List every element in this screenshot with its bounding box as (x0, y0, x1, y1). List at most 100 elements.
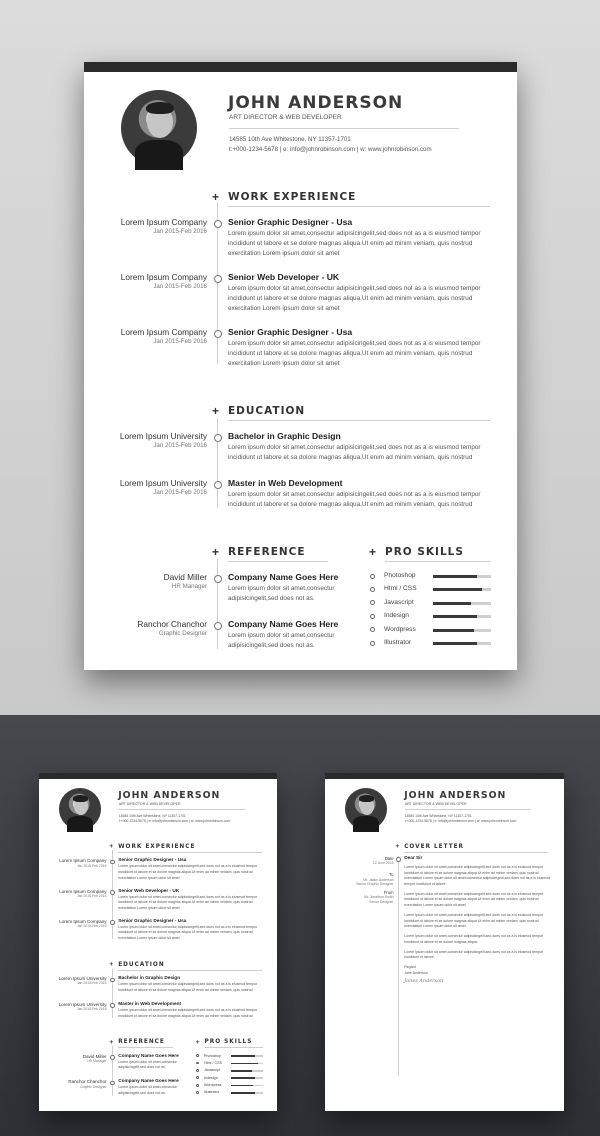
sender-name: Mr. Jonathon Smith (364, 895, 394, 900)
skill-level-bar (230, 1069, 263, 1072)
skill-name: Illustrator (204, 1090, 219, 1095)
resume-name: JOHN ANDERSON (118, 790, 221, 802)
skill-level-fill (433, 588, 483, 592)
skill-name: Photoshop (204, 1053, 222, 1058)
reference-divider (228, 561, 328, 562)
work-description: Lorem ipsum dolor sit amet,consectur adi… (118, 864, 258, 880)
timeline-dot (110, 920, 115, 925)
education-plus-icon: + (212, 404, 220, 418)
work-description: Lorem ipsum dolor sit amet,consectur adi… (228, 230, 481, 258)
photo-hair (359, 794, 375, 802)
to-label: To (389, 872, 394, 877)
skill-bullet (370, 613, 375, 619)
timeline-dot (213, 330, 222, 338)
pro-skills-divider (385, 561, 491, 562)
timeline-dot (110, 1081, 115, 1086)
education-timeline (112, 968, 114, 1019)
contact-line: t:+000-1234-5678 | e: info@johnrobinson.… (229, 146, 432, 153)
skill-level-bar (433, 588, 491, 592)
timeline-dot (213, 481, 222, 489)
education-degree: Master in Web Development (228, 478, 343, 488)
skill-level-bar (230, 1062, 263, 1065)
skill-name: Html / CSS (204, 1060, 222, 1065)
work-title: Senior Web Developer - UK (118, 888, 180, 894)
education-divider (118, 969, 263, 971)
cover-letter-heading: COVER LETTER (404, 843, 465, 850)
reference-heading: REFERENCE (118, 1039, 165, 1046)
skill-level-bar (230, 1055, 263, 1057)
education-heading: EDUCATION (118, 961, 165, 968)
reference-heading: REFERENCE (228, 546, 306, 558)
education-plus-icon: + (109, 961, 114, 969)
reference-timeline (112, 1046, 114, 1096)
profile-photo (59, 788, 102, 833)
greeting: Dear Sir (404, 855, 423, 861)
education-entry-detail: Master in Web Development Lorem ipsum dol… (118, 1002, 264, 1019)
pro-skills-heading: PRO SKILLS (385, 546, 464, 558)
skill-level-fill (433, 642, 477, 645)
letter-paragraph: Lorem ipsum dolor sit amet,consectur adi… (404, 912, 544, 929)
contact-line: t:+000-1234-5678 | e: info@johnrobinson.… (404, 819, 517, 824)
letter-date: 12 June 2016 (372, 861, 394, 865)
education-entry-meta: Lorem Ipsum University Jan 2015-Feb 2016 (120, 478, 207, 496)
photo-shoulders (67, 815, 94, 833)
education-description: Lorem ipsum dolor sit amet,consectur adi… (228, 491, 481, 509)
work-experience-heading: WORK EXPERIENCE (118, 843, 196, 850)
top-bar (84, 62, 517, 72)
skill-name: Wordpress (204, 1082, 222, 1087)
skill-bullet (196, 1061, 200, 1065)
contact-line: t:+000-1234-5678 | e: info@johnrobinson.… (118, 819, 231, 824)
work-title: Senior Web Developer - UK (228, 272, 340, 282)
timeline-dot (110, 1055, 115, 1060)
education-school: Lorem Ipsum University (119, 431, 207, 441)
work-entry-detail: Senior Graphic Designer - Usa Lorem ipsum… (118, 919, 264, 942)
letter-paragraph: Lorem ipsum dolor sit amet,consectur adi… (404, 891, 544, 907)
skill-bullet (196, 1076, 200, 1080)
work-dates: Jan 2015-Feb 2016 (76, 924, 107, 929)
skill-level-fill (433, 601, 471, 605)
photo-shoulders (135, 140, 183, 170)
skill-name: Indesign (384, 612, 409, 620)
skill-level-fill (230, 1092, 255, 1094)
top-bar (325, 773, 564, 779)
education-entry-meta: Lorem Ipsum University Jan 2015-Feb 2016 (120, 431, 207, 449)
skill-level-fill (433, 575, 477, 578)
reference-entry-meta: David Miller HR Manager (83, 1054, 107, 1064)
skill-level-fill (230, 1084, 254, 1087)
skill-level-fill (433, 628, 474, 632)
reference-description: Lorem ipsum dolor sit amet,consectur adi… (118, 1085, 177, 1096)
education-description: Lorem ipsum dolor sit amet,consectur adi… (118, 982, 258, 992)
header-divider (229, 128, 459, 129)
cover-letter-timeline (398, 855, 400, 1076)
skill-level-fill (433, 615, 477, 619)
reference-entry-detail: Company Name Goes Here Lorem ipsum dolor … (228, 619, 356, 651)
work-dates: Jan 2015-Feb 2016 (76, 863, 107, 868)
work-company: Lorem Ipsum Company (120, 272, 207, 282)
work-dates: Jan 2015-Feb 2016 (153, 283, 207, 290)
education-dates: Jan 2015-Feb 2016 (153, 489, 207, 496)
education-entry-meta: Lorem Ipsum University Jan 2015-Feb 2016 (59, 976, 107, 986)
education-school: Lorem Ipsum University (58, 975, 107, 981)
skill-name: Javascript (204, 1068, 221, 1073)
resume-name: JOHN ANDERSON (404, 790, 507, 802)
skill-level-fill (230, 1062, 259, 1065)
education-degree: Master in Web Development (118, 1001, 182, 1007)
skill-bullet (370, 573, 375, 579)
reference-description: Lorem ipsum dolor sit amet,consectur adi… (228, 632, 335, 650)
work-experience-divider (228, 206, 490, 207)
pro-skills-heading: PRO SKILLS (204, 1039, 253, 1046)
reference-entry-detail: Company Name Goes Here Lorem ipsum dolor … (228, 572, 356, 604)
skill-level-fill (230, 1077, 255, 1079)
work-description: Lorem ipsum dolor sit amet,consectur adi… (118, 924, 258, 941)
skill-name: Indesign (204, 1075, 218, 1080)
work-title: Senior Graphic Designer - Usa (118, 918, 187, 924)
recipient-name: Mr. Jaabn Anderson (363, 877, 394, 882)
header-divider (118, 809, 246, 811)
skill-name: Illustrator (384, 639, 412, 646)
timeline-dot (110, 890, 115, 895)
resume-sheet-large: JOHN ANDERSON ART DIRECTOR & WEB DEVELOPE… (84, 62, 517, 670)
top-bar (39, 773, 277, 779)
contact-address: 14585 10th Ave Whitestone, NY 11357-1701 (118, 813, 186, 818)
contact-address: 14585 10th Ave Whitestone, NY 11357-1701 (404, 813, 472, 818)
skill-bullet (370, 627, 375, 633)
